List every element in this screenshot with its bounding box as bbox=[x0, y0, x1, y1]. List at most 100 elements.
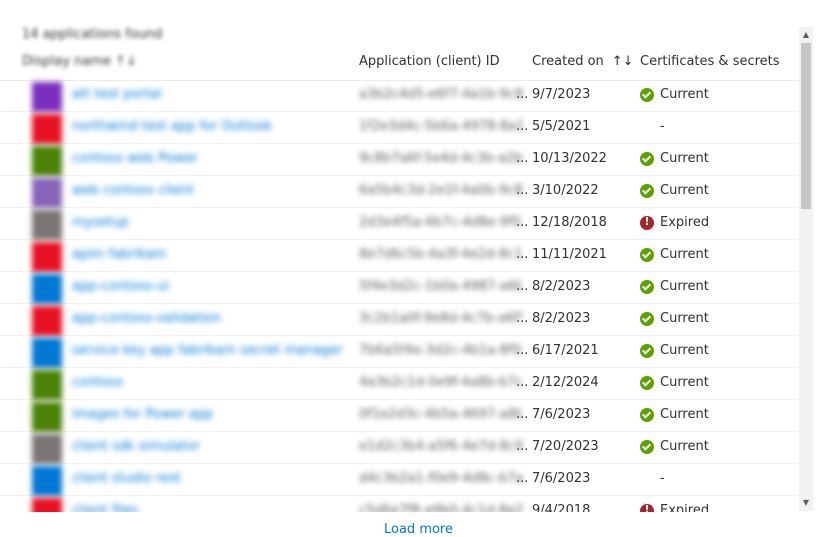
app-cert-status: - bbox=[660, 471, 665, 486]
app-client-id: 8e7d6c5b-4a3f-4e2d-8c1b-0a9f8e7d6c5b bbox=[359, 247, 522, 262]
app-cert-status-label: Current bbox=[660, 151, 709, 166]
app-display-name-link[interactable]: contoso web Power bbox=[72, 151, 198, 166]
app-client-id-ellipsis: ... bbox=[516, 311, 529, 326]
app-client-id-ellipsis: ... bbox=[516, 471, 529, 486]
app-display-name-link[interactable]: app-contoso-validation bbox=[72, 311, 221, 326]
scrollbar-thumb[interactable] bbox=[801, 43, 811, 209]
app-display-name-link[interactable]: service key app fabrikam secret manager bbox=[72, 343, 343, 358]
table-row[interactable]: contoso web Power 9c8b7a6f-5e4d-4c3b-a2b1… bbox=[0, 144, 799, 176]
table-row[interactable]: client studio rest d4c3b2a1-f0e9-4d8c-b7a… bbox=[0, 464, 799, 496]
table-row[interactable]: app-contoso-ui 5f4e3d2c-1b0a-4987-a6b5-c4… bbox=[0, 272, 799, 304]
column-header-display-name[interactable]: Display name ↑↓ bbox=[22, 54, 137, 69]
column-header-created-on-label: Created on bbox=[532, 54, 604, 69]
table-row[interactable]: service key app fabrikam secret manager 7… bbox=[0, 336, 799, 368]
app-avatar-icon bbox=[32, 338, 62, 368]
app-display-name-link[interactable]: web contoso client bbox=[72, 183, 194, 198]
app-display-name-link[interactable]: app-contoso-ui bbox=[72, 279, 169, 294]
app-cert-status-label: - bbox=[660, 119, 665, 134]
check-circle-icon bbox=[640, 375, 654, 390]
table-row[interactable]: client sdk simulator e1d2c3b4-a5f6-4e7d-8… bbox=[0, 432, 799, 464]
table-row[interactable]: app-contoso-validation 3c2b1a0f-9e8d-4c7b… bbox=[0, 304, 799, 336]
app-display-name-link[interactable]: mysetup bbox=[72, 215, 129, 230]
app-display-name-link[interactable]: contoso bbox=[72, 375, 123, 390]
app-avatar-icon bbox=[32, 146, 62, 176]
app-client-id-ellipsis: ... bbox=[516, 119, 529, 134]
app-client-id-ellipsis: ... bbox=[516, 407, 529, 422]
app-avatar-icon bbox=[32, 402, 62, 432]
scroll-up-icon[interactable]: ▲ bbox=[799, 29, 813, 41]
app-avatar-icon bbox=[32, 242, 62, 272]
check-circle-icon bbox=[640, 311, 654, 326]
app-client-id-ellipsis: ... bbox=[516, 151, 529, 166]
app-avatar-icon bbox=[32, 370, 62, 400]
check-circle-icon bbox=[640, 247, 654, 262]
app-cert-status-label: Current bbox=[660, 439, 709, 454]
app-client-id: e1d2c3b4-a5f6-4e7d-8c9b-a0f1e2d3c4b5 bbox=[359, 439, 522, 454]
app-client-id-ellipsis: ... bbox=[516, 343, 529, 358]
applications-table: Display name ↑↓ Application (client) ID … bbox=[0, 44, 799, 512]
table-row[interactable]: web contoso client 6a5b4c3d-2e1f-4a0b-9c8… bbox=[0, 176, 799, 208]
app-client-id: d4c3b2a1-f0e9-4d8c-b7a6-f5e4d3c2b1a0 bbox=[359, 471, 522, 486]
app-created-on: 11/11/2021 bbox=[532, 247, 607, 262]
app-display-name-link[interactable]: apim fabrikam bbox=[72, 247, 166, 262]
app-cert-status-label: Expired bbox=[660, 503, 710, 512]
app-cert-status-label: Current bbox=[660, 87, 709, 102]
table-row[interactable]: mysetup 2d3e4f5a-6b7c-4d8e-9f0a-1b2c3d4e5… bbox=[0, 208, 799, 240]
app-created-on: 8/2/2023 bbox=[532, 279, 591, 294]
column-header-certificates-secrets[interactable]: Certificates & secrets bbox=[640, 54, 780, 69]
app-cert-status: Current bbox=[640, 407, 709, 422]
table-row[interactable]: client files c5d6e7f8-a9b0-4c1d-8e2f-3a4b… bbox=[0, 496, 799, 512]
error-circle-icon bbox=[640, 215, 654, 230]
load-more-link[interactable]: Load more bbox=[384, 522, 453, 537]
app-client-id: c5d6e7f8-a9b0-4c1d-8e2f-3a4b5c6d7e8f bbox=[359, 503, 522, 512]
app-cert-status-label: Current bbox=[660, 343, 709, 358]
scroll-down-icon[interactable]: ▼ bbox=[799, 497, 813, 509]
app-avatar-icon bbox=[32, 498, 62, 512]
app-client-id-ellipsis: ... bbox=[516, 247, 529, 262]
app-created-on: 9/7/2023 bbox=[532, 87, 591, 102]
app-created-on: 7/6/2023 bbox=[532, 471, 591, 486]
app-avatar-icon bbox=[32, 210, 62, 240]
check-circle-icon bbox=[640, 87, 654, 102]
vertical-scrollbar[interactable]: ▲ ▼ bbox=[799, 27, 813, 511]
app-display-name-link[interactable]: client studio rest bbox=[72, 471, 181, 486]
app-created-on: 6/17/2021 bbox=[532, 343, 599, 358]
app-client-id-ellipsis: ... bbox=[516, 183, 529, 198]
app-avatar-icon bbox=[32, 306, 62, 336]
app-client-id: 6a5b4c3d-2e1f-4a0b-9c8d-1e2f3a4b5c6d bbox=[359, 183, 522, 198]
app-display-name-link[interactable]: client files bbox=[72, 503, 138, 512]
check-circle-icon bbox=[640, 279, 654, 294]
check-circle-icon bbox=[640, 183, 654, 198]
app-client-id-ellipsis: ... bbox=[516, 439, 529, 454]
table-row[interactable]: att test portal a3b2c4d5-e6f7-4a1b-9c8d-7… bbox=[0, 80, 799, 112]
applications-count: 14 applications found bbox=[22, 27, 163, 42]
app-display-name-link[interactable]: att test portal bbox=[72, 87, 162, 102]
app-display-name-link[interactable]: northwind test app for Outlook bbox=[72, 119, 272, 134]
sort-icon[interactable]: ↑↓ bbox=[612, 54, 634, 69]
table-row[interactable]: images for Power app 0f1e2d3c-4b5a-4697-a… bbox=[0, 400, 799, 432]
check-circle-icon bbox=[640, 407, 654, 422]
app-cert-status-label: Current bbox=[660, 407, 709, 422]
column-header-created-on[interactable]: Created on ↑↓ bbox=[532, 54, 634, 69]
app-cert-status: Current bbox=[640, 247, 709, 262]
app-avatar-icon bbox=[32, 274, 62, 304]
error-circle-icon bbox=[640, 503, 654, 512]
app-display-name-link[interactable]: images for Power app bbox=[72, 407, 213, 422]
table-row[interactable]: contoso 4a3b2c1d-0e9f-4a8b-b7c6-d5e4f3a2b… bbox=[0, 368, 799, 400]
app-client-id: 7b6a5f4e-3d2c-4b1a-8f0e-9d8c7b6a5f4e bbox=[359, 343, 522, 358]
app-cert-status: Expired bbox=[640, 503, 709, 512]
table-row[interactable]: apim fabrikam 8e7d6c5b-4a3f-4e2d-8c1b-0a9… bbox=[0, 240, 799, 272]
app-client-id: 0f1e2d3c-4b5a-4697-a8b9-c0d1e2f3a4b5 bbox=[359, 407, 522, 422]
table-body: att test portal a3b2c4d5-e6f7-4a1b-9c8d-7… bbox=[0, 80, 799, 512]
app-created-on: 5/5/2021 bbox=[532, 119, 591, 134]
app-avatar-icon bbox=[32, 434, 62, 464]
app-cert-status-label: Current bbox=[660, 311, 709, 326]
table-row[interactable]: northwind test app for Outlook 1f2e3d4c-5… bbox=[0, 112, 799, 144]
app-cert-status-label: Current bbox=[660, 183, 709, 198]
app-created-on: 7/6/2023 bbox=[532, 407, 591, 422]
column-header-application-id[interactable]: Application (client) ID bbox=[359, 54, 500, 69]
app-client-id: 5f4e3d2c-1b0a-4987-a6b5-c4d3e2f1a0b9 bbox=[359, 279, 522, 294]
app-display-name-link[interactable]: client sdk simulator bbox=[72, 439, 200, 454]
app-created-on: 10/13/2022 bbox=[532, 151, 607, 166]
app-created-on: 2/12/2024 bbox=[532, 375, 599, 390]
